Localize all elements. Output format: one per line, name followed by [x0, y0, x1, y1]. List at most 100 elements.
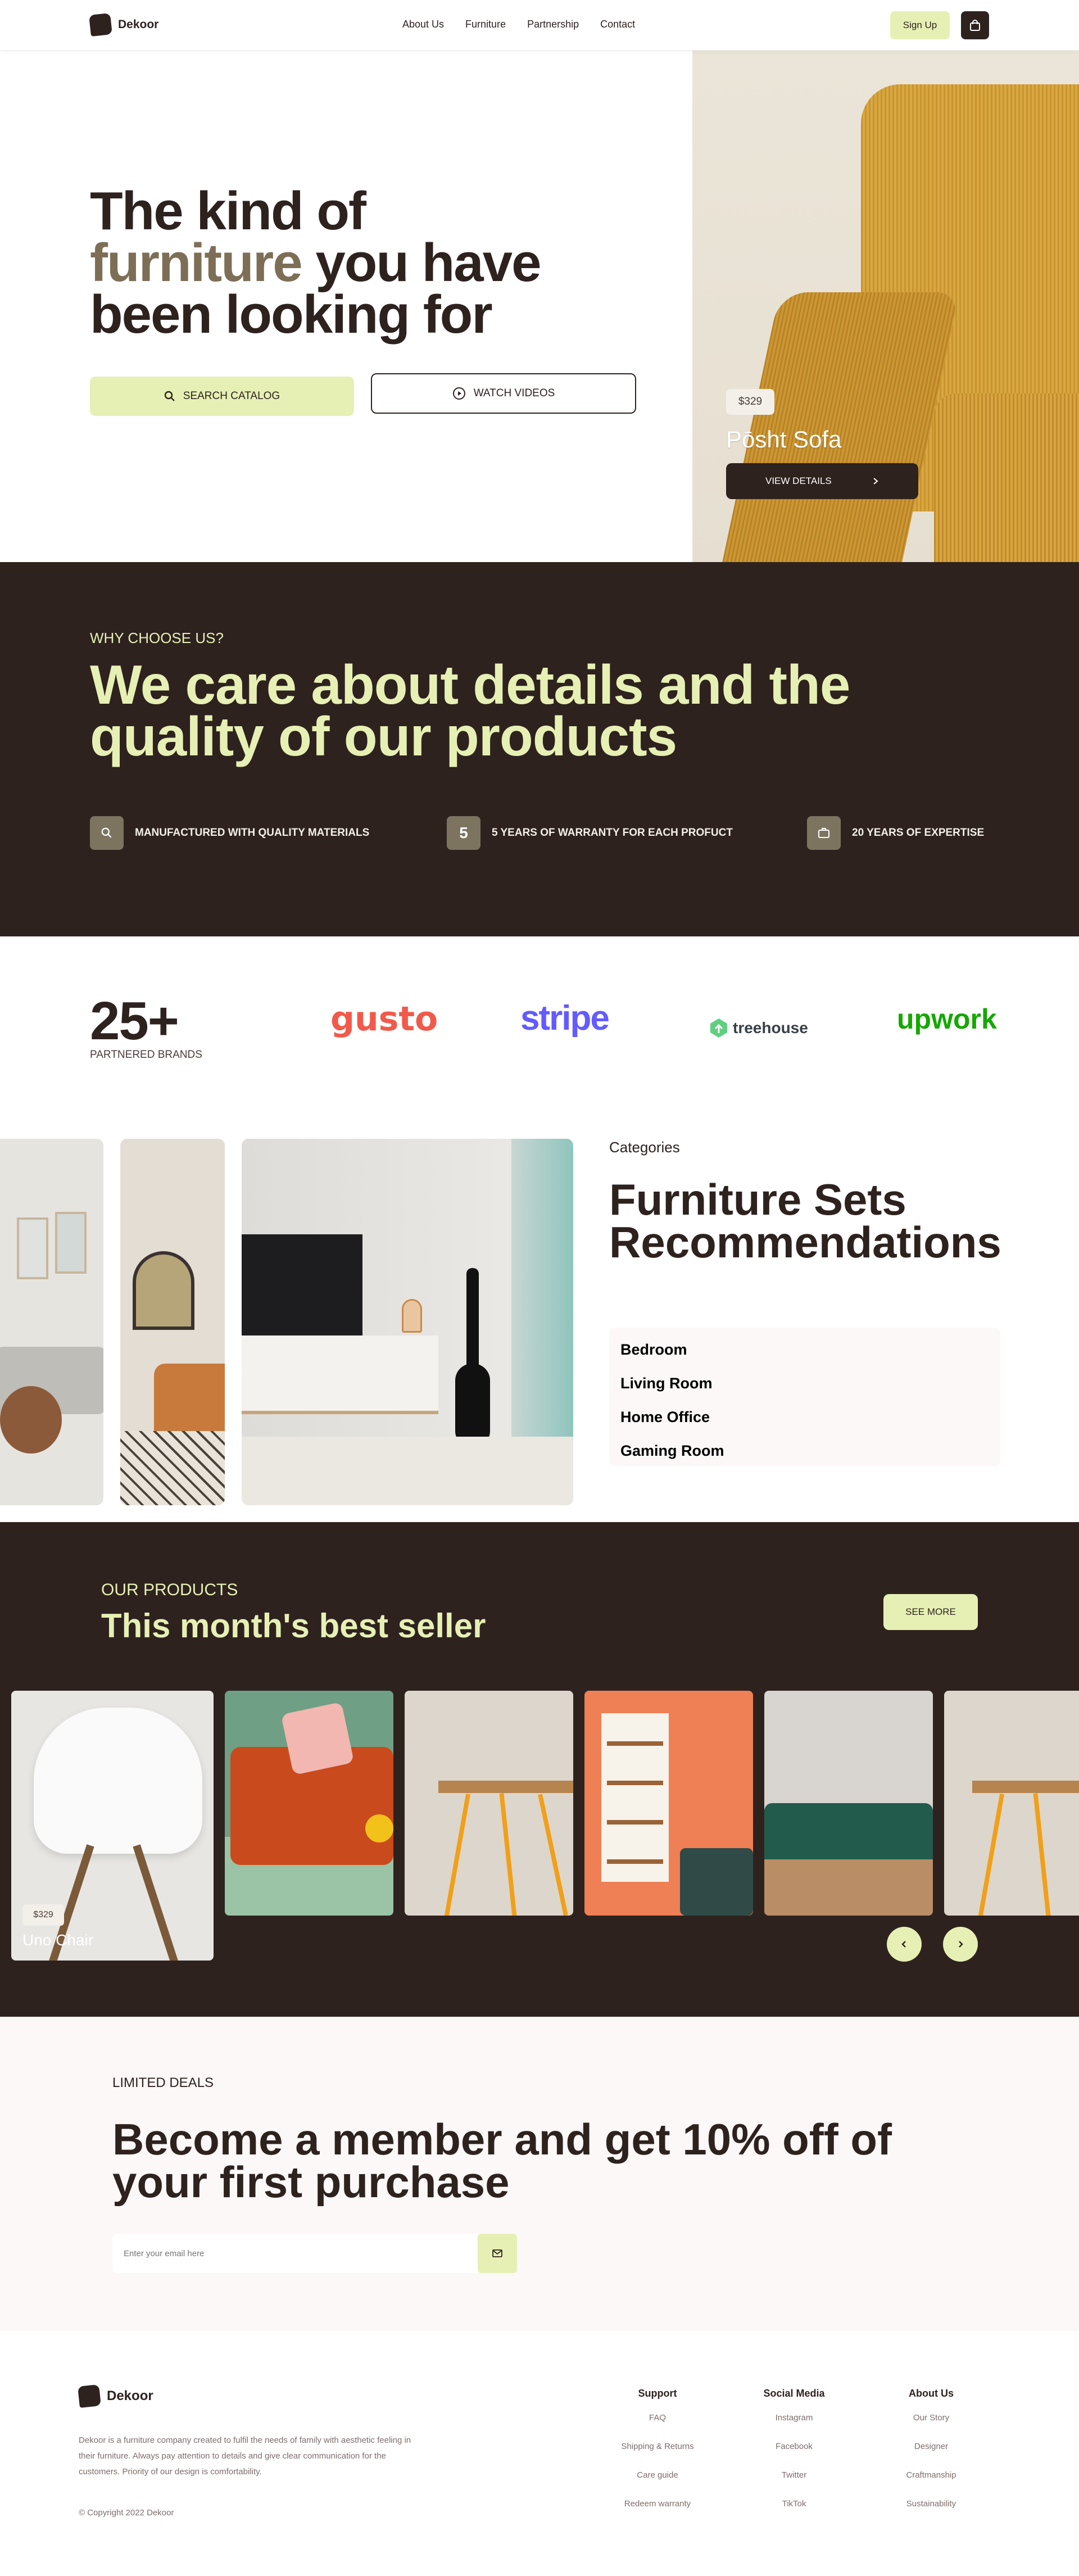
footer-link-shipping[interactable]: Shipping & Returns: [601, 2442, 714, 2470]
footer-link-craftmanship[interactable]: Craftmanship: [875, 2470, 987, 2499]
search-catalog-label: SEARCH CATALOG: [183, 390, 280, 402]
footer-brand-logo[interactable]: Dekoor: [78, 2384, 153, 2408]
category-list: Bedroom Living Room Home Office Gaming R…: [609, 1328, 1000, 1466]
mail-icon: [492, 2249, 502, 2257]
feature-label: 20 YEARS OF EXPERTISE: [852, 827, 985, 839]
footer-link-faq[interactable]: FAQ: [601, 2413, 714, 2442]
chevron-right-icon: [873, 478, 878, 485]
best-seller-eyebrow: OUR PRODUCTS: [101, 1581, 238, 1599]
hero-product-image: $329 Pōsht Sofa VIEW DETAILS: [692, 51, 1079, 562]
footer-link-twitter[interactable]: Twitter: [738, 2470, 850, 2499]
deals-eyebrow: LIMITED DEALS: [112, 2075, 214, 2090]
product-card-orange-sofa[interactable]: [225, 1691, 393, 1916]
watch-videos-label: WATCH VIDEOS: [473, 387, 555, 399]
footer-link-facebook[interactable]: Facebook: [738, 2442, 850, 2470]
product-card-featured[interactable]: $329 Uno Chair: [11, 1691, 214, 1961]
see-more-button[interactable]: SEE MORE: [883, 1594, 978, 1630]
partners-count: 25+: [90, 991, 179, 1051]
footer-link-care-guide[interactable]: Care guide: [601, 2470, 714, 2499]
logo-mark-icon: [78, 2384, 101, 2408]
feature-quality: MANUFACTURED WITH QUALITY MATERIALS: [90, 816, 369, 850]
nav-furniture[interactable]: Furniture: [465, 19, 506, 30]
site-footer: Dekoor Dekoor is a furniture company cre…: [0, 2331, 1079, 2576]
product-card-table-partial[interactable]: [944, 1691, 1079, 1916]
footer-column-title: Support: [638, 2388, 677, 2399]
footer-link-designer[interactable]: Designer: [875, 2442, 987, 2470]
footer-column-title: About Us: [909, 2388, 954, 2399]
brand-logo-treehouse: treehouse: [733, 1019, 808, 1036]
best-seller-title: This month's best seller: [101, 1607, 486, 1645]
why-eyebrow: WHY CHOOSE US?: [90, 630, 224, 646]
footer-column-about: About Us Our Story Designer Craftmanship…: [875, 2388, 987, 2528]
hero-title-line3: been looking for: [90, 284, 493, 345]
nav-contact[interactable]: Contact: [600, 19, 635, 30]
product-card-shelf[interactable]: [584, 1691, 753, 1916]
product-card-green-sofa[interactable]: [764, 1691, 933, 1916]
logo-mark-icon: [89, 13, 112, 37]
feature-warranty: 5 5 YEARS OF WARRANTY FOR EACH PROFUCT: [447, 816, 733, 850]
chevron-right-icon: [959, 1941, 963, 1948]
footer-column-title: Social Media: [763, 2388, 825, 2399]
shopping-bag-icon: [970, 20, 980, 31]
subscribe-button[interactable]: [478, 2234, 517, 2273]
footer-copyright: © Copyright 2022 Dekoor: [79, 2508, 174, 2518]
feature-icon-box: [807, 816, 841, 850]
cart-button[interactable]: [961, 11, 989, 39]
footer-column-support: Support FAQ Shipping & Returns Care guid…: [601, 2388, 714, 2528]
footer-link-tiktok[interactable]: TikTok: [738, 2499, 850, 2528]
living-room-photo: [0, 1139, 103, 1505]
footer-column-social: Social Media Instagram Facebook Twitter …: [738, 2388, 850, 2528]
category-gaming-room[interactable]: Gaming Room: [620, 1437, 989, 1470]
brand-logo[interactable]: Dekoor: [89, 13, 159, 37]
sign-up-button[interactable]: Sign Up: [890, 11, 950, 39]
hero-section: The kind of furniture you have been look…: [0, 51, 1079, 562]
categories-title-line1: Furniture Sets: [609, 1175, 906, 1224]
feature-expertise: 20 YEARS OF EXPERTISE: [807, 816, 984, 850]
carousel-next-button[interactable]: [943, 1927, 978, 1962]
brand-logo-gusto: gusto: [330, 999, 438, 1039]
sofa-seat-shape: [934, 393, 1079, 562]
brand-name: Dekoor: [118, 18, 159, 31]
category-home-office[interactable]: Home Office: [620, 1403, 989, 1437]
play-circle-icon: [452, 387, 465, 400]
featured-price-badge: $329: [726, 389, 774, 415]
briefcase-icon: [818, 828, 829, 838]
category-living-room[interactable]: Living Room: [620, 1369, 989, 1403]
view-details-label: VIEW DETAILS: [765, 476, 832, 486]
partners-label: PARTNERED BRANDS: [90, 1049, 202, 1061]
footer-link-instagram[interactable]: Instagram: [738, 2413, 850, 2442]
product-card-name: Uno Chair: [22, 1931, 94, 1949]
search-icon: [164, 391, 175, 401]
site-header: Dekoor About Us Furniture Partnership Co…: [0, 0, 1079, 51]
brand-logo-treehouse-group: treehouse: [709, 1017, 808, 1039]
footer-link-redeem-warranty[interactable]: Redeem warranty: [601, 2499, 714, 2528]
email-field[interactable]: [112, 2234, 477, 2273]
hero-title-line2: furniture you have: [90, 236, 562, 290]
chevron-left-icon: [901, 1941, 906, 1948]
category-bedroom[interactable]: Bedroom: [620, 1335, 989, 1369]
treehouse-leaf-icon: [710, 1018, 727, 1038]
nav-partnership[interactable]: Partnership: [527, 19, 579, 30]
tv-room-photo: [242, 1139, 573, 1505]
feature-label: MANUFACTURED WITH QUALITY MATERIALS: [135, 827, 370, 839]
deals-title: Become a member and get 10% off of your …: [112, 2117, 955, 2204]
footer-link-our-story[interactable]: Our Story: [875, 2413, 987, 2442]
footer-description: Dekoor is a furniture company created to…: [79, 2435, 411, 2477]
product-card-table[interactable]: [405, 1691, 573, 1916]
search-catalog-button[interactable]: SEARCH CATALOG: [90, 377, 354, 416]
partners-section: 25+ PARTNERED BRANDS gusto stripe treeho…: [0, 936, 1079, 1139]
hero-title-accent: furniture: [90, 233, 303, 293]
carousel-prev-button[interactable]: [887, 1927, 922, 1962]
main-nav: About Us Furniture Partnership Contact: [402, 19, 635, 30]
nav-about-us[interactable]: About Us: [402, 19, 444, 30]
footer-brand-name: Dekoor: [107, 2388, 153, 2403]
view-details-button[interactable]: VIEW DETAILS: [726, 463, 918, 499]
footer-link-sustainability[interactable]: Sustainability: [875, 2499, 987, 2528]
why-title: We care about details and the quality of…: [90, 654, 850, 767]
featured-product-name: Pōsht Sofa: [726, 426, 842, 452]
watch-videos-button[interactable]: WATCH VIDEOS: [371, 373, 636, 414]
hero-title: The kind of furniture you have been look…: [90, 184, 562, 345]
categories-title: Furniture Sets Recommendations: [609, 1178, 1001, 1264]
newsletter-form: [112, 2234, 517, 2273]
product-card-price: $329: [22, 1904, 64, 1926]
